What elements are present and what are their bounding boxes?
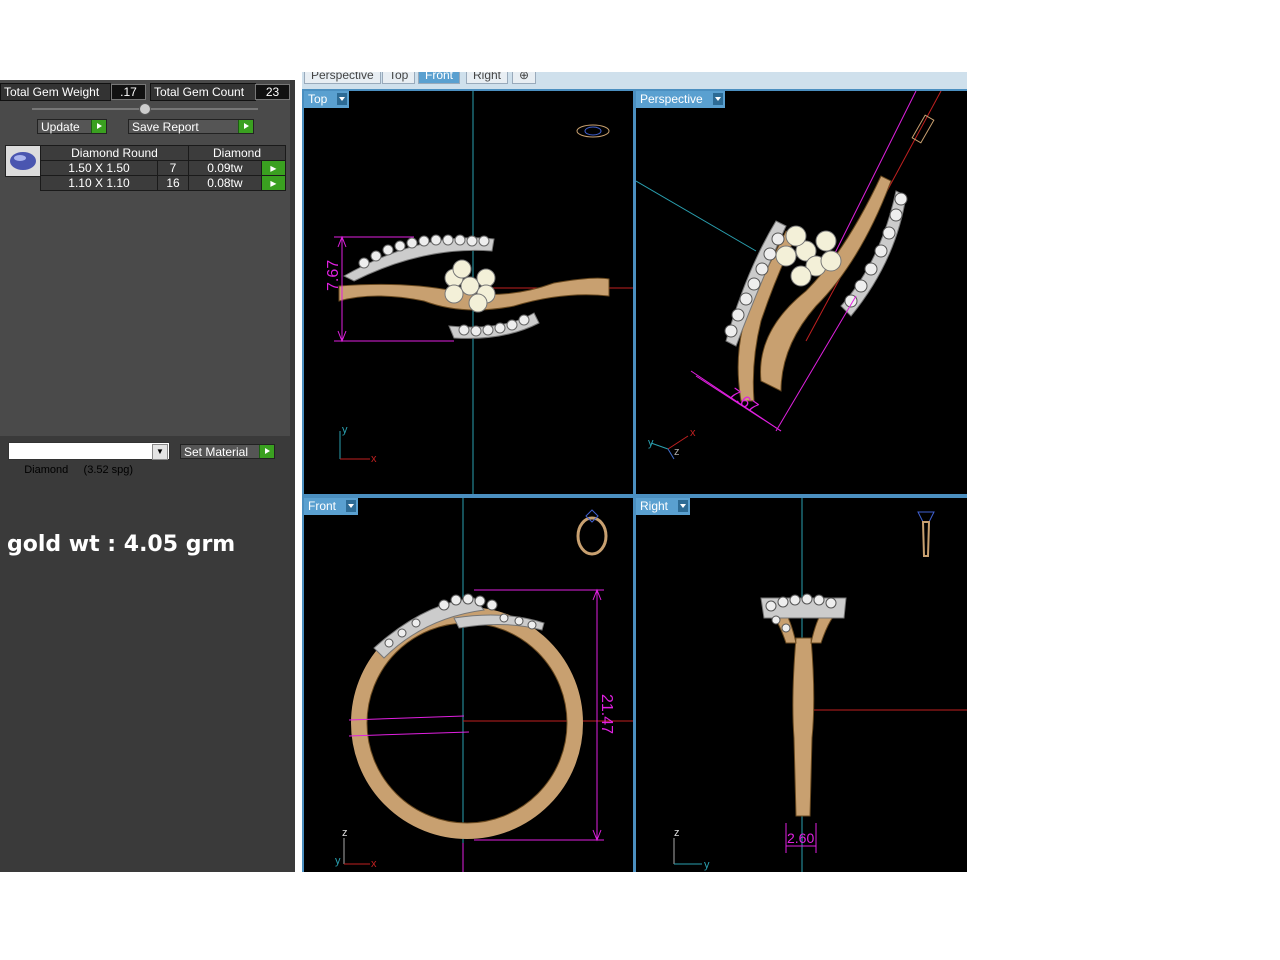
front-nav-cube-icon[interactable] xyxy=(576,509,608,556)
save-report-label: Save Report xyxy=(132,120,199,134)
chevron-down-icon[interactable] xyxy=(337,93,348,105)
front-axis-gizmo xyxy=(343,838,370,865)
top-view-render: 7.67 y x xyxy=(325,91,633,494)
chevron-down-icon[interactable] xyxy=(712,93,723,105)
chevron-down-icon[interactable]: ▼ xyxy=(152,444,168,460)
row-arrow-icon[interactable]: ▸ xyxy=(260,175,287,191)
total-gem-weight-value: .17 xyxy=(111,84,146,100)
table-row[interactable]: 1.50 X 1.50 7 0.09tw ▸ xyxy=(40,160,287,176)
tab-front[interactable]: Front xyxy=(418,72,461,84)
viewport-top-label[interactable]: Top xyxy=(304,91,350,108)
viewport-front[interactable]: 21.47 z x y Front xyxy=(304,498,633,872)
gem-report-panel: Total Gem Weight .17 Total Gem Count 23 … xyxy=(0,80,295,872)
header-diamond-round: Diamond Round xyxy=(40,145,189,161)
play-icon xyxy=(259,445,274,458)
perspective-axis-gizmo xyxy=(650,435,689,460)
viewport-top-title: Top xyxy=(308,92,328,106)
total-gem-count-label: Total Gem Count xyxy=(150,83,256,101)
material-select[interactable]: Diamond (3.52 spg) ▼ xyxy=(8,442,170,476)
gem-size: 1.10 X 1.10 xyxy=(40,175,158,191)
viewport-perspective[interactable]: 7.67 y z x Perspective xyxy=(636,91,967,494)
perspective-axis-2: z xyxy=(674,446,680,458)
front-dimension-label: 21.47 xyxy=(598,694,615,734)
weight-slider[interactable] xyxy=(32,103,258,115)
tab-add-icon[interactable]: ⊕ xyxy=(512,72,537,84)
gold-weight-text: gold wt : 4.05 grm xyxy=(7,532,236,557)
set-material-button[interactable]: Set Material xyxy=(180,444,275,459)
viewport-front-label[interactable]: Front xyxy=(304,498,359,515)
top-axis-h: x xyxy=(371,453,377,465)
gem-size: 1.50 X 1.50 xyxy=(40,160,158,176)
top-axis-v: y xyxy=(342,424,348,436)
front-view-render: 21.47 z x y xyxy=(335,498,633,872)
gem-weight: 0.08tw xyxy=(188,175,262,191)
right-dimension-label: 2.60 xyxy=(787,830,814,846)
diamond-thumbnail-icon[interactable] xyxy=(5,145,41,177)
right-axis-gizmo xyxy=(673,838,702,865)
right-axis-v: z xyxy=(674,827,680,839)
right-axis-h: y xyxy=(704,859,710,871)
perspective-axis-3: x xyxy=(690,427,696,439)
tab-perspective[interactable]: Perspective xyxy=(304,72,381,84)
top-nav-cube-icon[interactable] xyxy=(576,124,610,138)
viewport-perspective-title: Perspective xyxy=(640,92,703,106)
right-view-render: 2.60 z y xyxy=(673,498,967,872)
front-axis-v: z xyxy=(342,827,348,839)
save-report-button[interactable]: Save Report xyxy=(128,119,254,134)
gem-count: 7 xyxy=(157,160,189,176)
update-button[interactable]: Update xyxy=(37,119,107,134)
gem-table: Diamond Round Diamond 1.50 X 1.50 7 0.09… xyxy=(40,145,287,191)
total-gem-weight-label: Total Gem Weight xyxy=(0,83,111,101)
front-axis-h: x xyxy=(371,858,377,870)
set-material-label: Set Material xyxy=(184,445,249,459)
play-icon xyxy=(91,120,106,133)
view-tab-bar: Perspective Top Front Right ⊕ xyxy=(302,72,967,90)
viewport-top[interactable]: 7.67 y x Top xyxy=(304,91,633,494)
chevron-down-icon[interactable] xyxy=(346,500,357,512)
viewport-right-title: Right xyxy=(640,499,669,513)
row-arrow-icon[interactable]: ▸ xyxy=(260,160,287,176)
tab-right[interactable]: Right xyxy=(466,72,509,84)
material-select-value: Diamond (3.52 spg) xyxy=(24,464,134,476)
header-diamond: Diamond xyxy=(188,145,286,161)
table-row[interactable]: 1.10 X 1.10 16 0.08tw ▸ xyxy=(40,175,287,191)
front-axis-d: y xyxy=(335,855,341,867)
perspective-dimension-label: 7.67 xyxy=(726,385,761,417)
slider-thumb[interactable] xyxy=(139,103,151,115)
right-nav-cube-icon[interactable] xyxy=(917,511,935,557)
perspective-axis-1: y xyxy=(648,437,654,449)
play-icon xyxy=(238,120,253,133)
chevron-down-icon[interactable] xyxy=(678,500,689,512)
gem-icon xyxy=(10,152,36,170)
gem-weight: 0.09tw xyxy=(188,160,262,176)
top-dimension-label: 7.67 xyxy=(325,260,342,291)
total-gem-count-value: 23 xyxy=(255,84,290,100)
gem-count: 16 xyxy=(157,175,189,191)
viewport-right[interactable]: 2.60 z y Right xyxy=(636,498,967,872)
viewport-front-title: Front xyxy=(308,499,337,513)
update-button-label: Update xyxy=(41,120,80,134)
tab-top[interactable]: Top xyxy=(382,72,416,84)
viewport-right-label[interactable]: Right xyxy=(636,498,691,515)
viewport-perspective-label[interactable]: Perspective xyxy=(636,91,725,108)
table-header-row: Diamond Round Diamond xyxy=(40,145,286,161)
perspective-view-render: 7.67 y z x xyxy=(636,91,942,460)
